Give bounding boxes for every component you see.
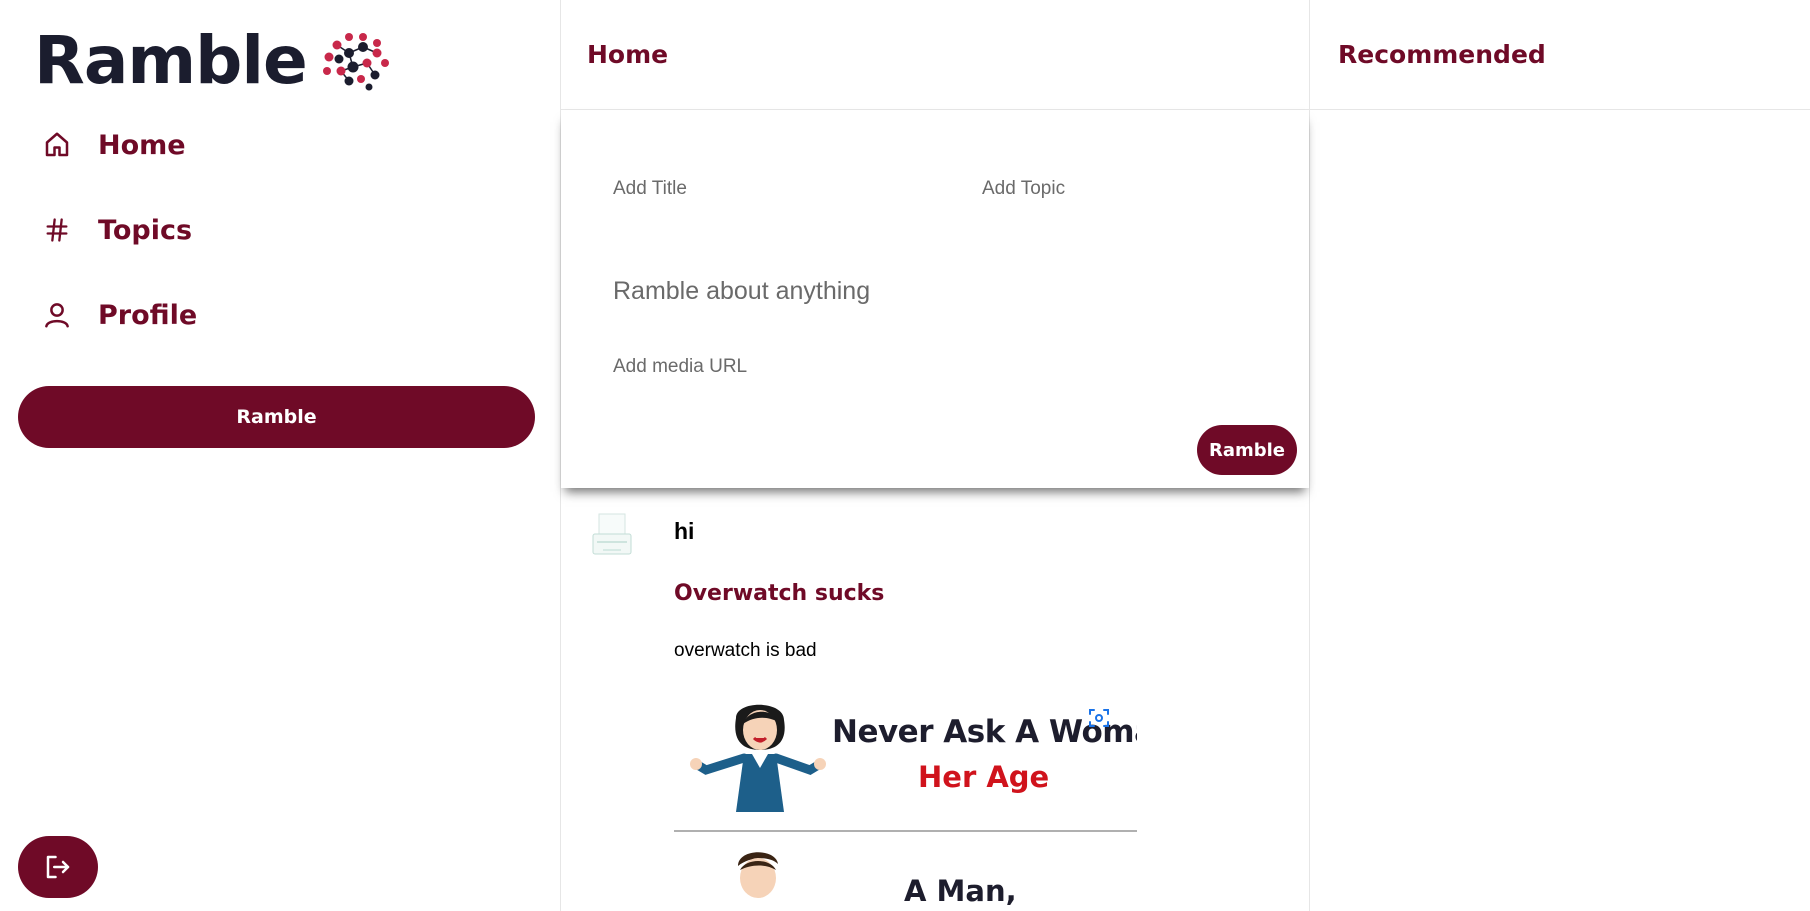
recommended-title: Recommended [1338,40,1546,69]
topic-input[interactable] [980,172,1284,206]
logo-mark-icon [322,33,389,91]
logout-icon [46,855,70,879]
post-image-caption-2: Her Age [918,760,1050,794]
home-icon [40,128,74,162]
post-image-divider [674,830,1137,832]
post-image-caption-3: A Man, [904,874,1017,908]
recommended-header: Recommended [1310,0,1810,110]
submit-ramble-button[interactable]: Ramble [1197,425,1297,475]
post-image[interactable]: Never Ask A Woman Her Age A Man, [674,684,1137,911]
post-body: overwatch is bad [674,640,817,661]
logo-text: Ramble [34,22,308,99]
sidebar-item-label: Topics [98,214,193,246]
sidebar-item-profile[interactable]: Profile [40,298,197,332]
ramble-composer: Ramble [561,110,1309,488]
ramble-body-input[interactable] [611,270,1265,312]
sidebar: Ramble Home Topics Profile Ramble [0,0,560,911]
feed-list: hi Overwatch sucks overwatch is bad Neve… [561,488,1309,911]
post-title[interactable]: Overwatch sucks [674,581,884,606]
visual-search-icon[interactable] [1087,706,1111,730]
main-feed-column: Home Ramble hi Overwatch sucks overwatch… [560,0,1310,911]
media-url-input[interactable] [611,350,1265,384]
hash-icon [40,213,74,247]
sidebar-item-label: Profile [98,299,198,331]
recommended-column: Recommended [1310,0,1810,911]
man-cartoon-figure [738,852,778,898]
ramble-button[interactable]: Ramble [18,386,535,448]
logo[interactable]: Ramble [34,28,389,94]
user-icon [40,298,74,332]
sidebar-item-topics[interactable]: Topics [40,213,192,247]
logout-button[interactable] [18,836,98,898]
woman-cartoon-figure [690,704,826,812]
page-title: Home [587,40,669,69]
sidebar-item-home[interactable]: Home [40,128,186,162]
post-image-top-panel: Never Ask A Woman Her Age [674,684,1137,829]
sidebar-item-label: Home [98,129,186,161]
page-header: Home [561,0,1309,110]
avatar[interactable] [587,512,637,562]
post-author[interactable]: hi [674,518,694,545]
title-input[interactable] [611,172,935,206]
